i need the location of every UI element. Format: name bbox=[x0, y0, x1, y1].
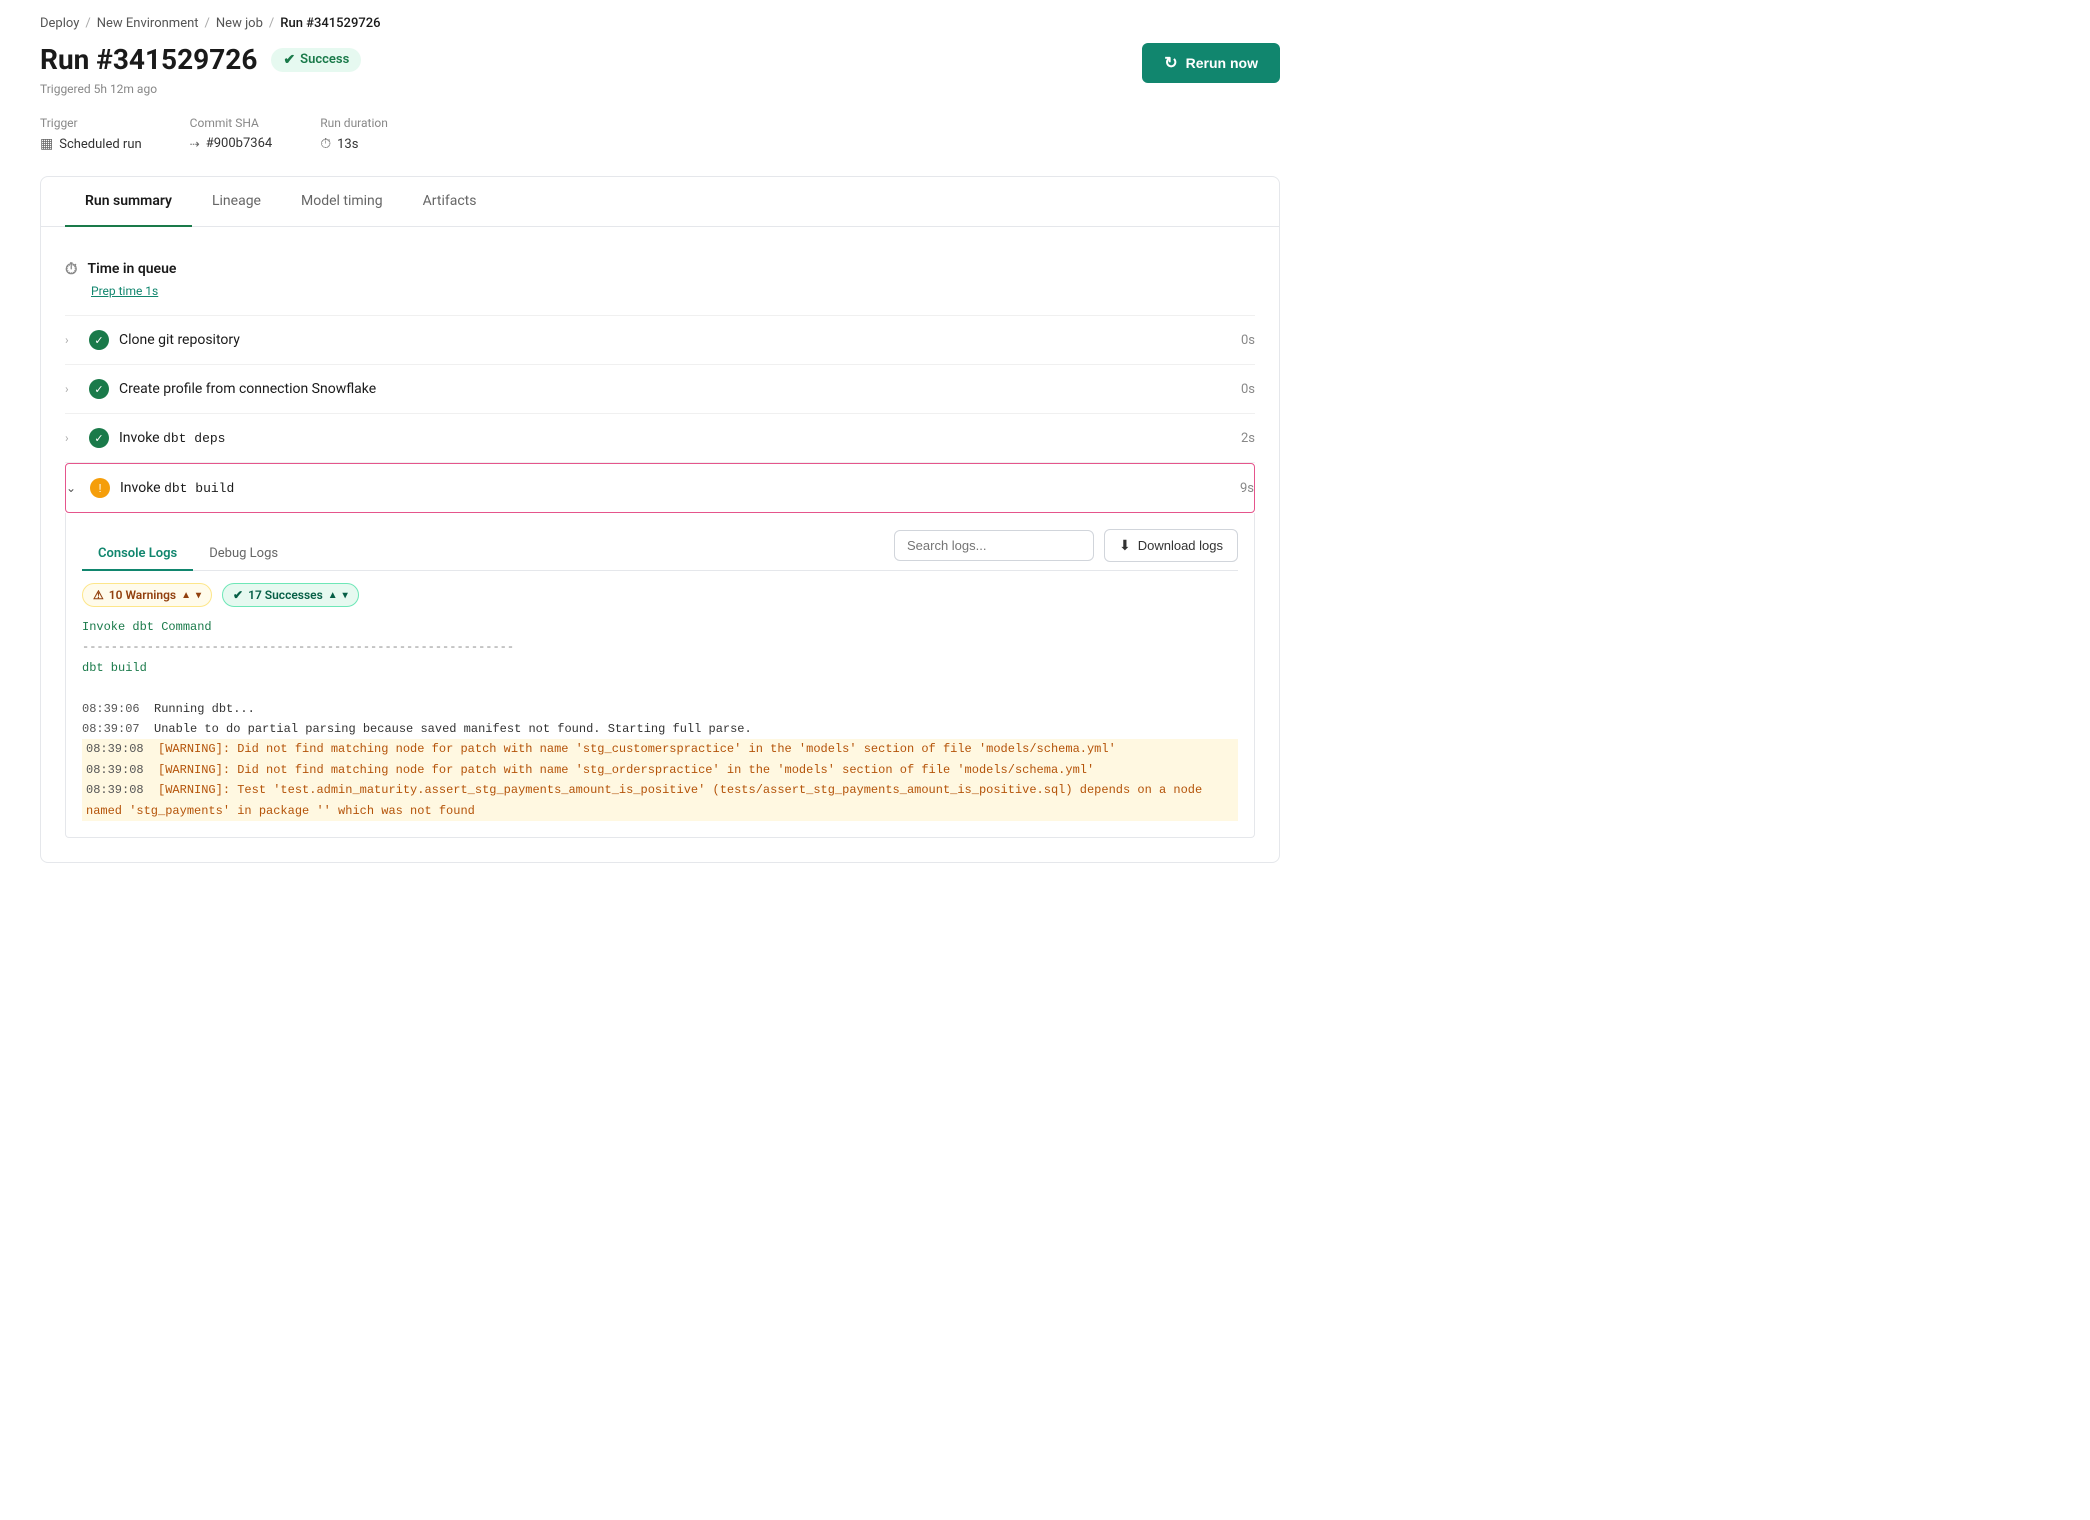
calendar-icon: ▦ bbox=[40, 136, 53, 152]
tab-model-timing[interactable]: Model timing bbox=[281, 177, 403, 227]
meta-duration: Run duration ⏱ 13s bbox=[320, 116, 388, 152]
rerun-icon: ↻ bbox=[1164, 53, 1177, 73]
duration-label: Run duration bbox=[320, 116, 388, 130]
filters-row: ⚠ 10 Warnings ▲ ▾ ✔ 17 Successes ▲ ▾ bbox=[82, 583, 1238, 607]
trigger-value: Scheduled run bbox=[59, 137, 141, 152]
breadcrumb-newjob[interactable]: New job bbox=[216, 16, 263, 31]
status-label: Success bbox=[300, 52, 349, 67]
queue-step: ⏱ Time in queue Prep time 1s bbox=[65, 243, 1255, 316]
trigger-label: Trigger bbox=[40, 116, 142, 130]
log-tab-console[interactable]: Console Logs bbox=[82, 538, 193, 571]
commit-value: #900b7364 bbox=[206, 136, 272, 151]
rerun-label: Rerun now bbox=[1186, 55, 1258, 71]
step-duration-clone: 0s bbox=[1241, 333, 1255, 348]
chevron-right-icon: › bbox=[65, 333, 79, 347]
breadcrumb-deploy[interactable]: Deploy bbox=[40, 16, 79, 31]
step-row-deps[interactable]: › ✓ Invoke dbt deps 2s bbox=[65, 414, 1255, 463]
step-duration-profile: 0s bbox=[1241, 382, 1255, 397]
steps-container: ⏱ Time in queue Prep time 1s › ✓ Clone g… bbox=[41, 227, 1279, 862]
status-badge: ✔ Success bbox=[271, 48, 361, 72]
download-logs-button[interactable]: ⬇ Download logs bbox=[1104, 529, 1238, 562]
log-output: Invoke dbt Command ---------------------… bbox=[82, 617, 1238, 821]
run-title-block: Run #341529726 ✔ Success Triggered 5h 12… bbox=[40, 43, 361, 96]
rerun-button[interactable]: ↻ Rerun now bbox=[1142, 43, 1280, 83]
log-line-3: 08:39:06 Running dbt... bbox=[82, 699, 1238, 719]
duration-value: 13s bbox=[337, 137, 358, 152]
step-name-deps: Invoke dbt deps bbox=[119, 430, 226, 446]
download-label: Download logs bbox=[1138, 538, 1223, 553]
log-tab-debug[interactable]: Debug Logs bbox=[193, 538, 294, 571]
meta-commit: Commit SHA ⇢ #900b7364 bbox=[190, 116, 273, 152]
step-name-profile: Create profile from connection Snowflake bbox=[119, 381, 376, 397]
chevron-right-icon-3: › bbox=[65, 431, 79, 445]
queue-title: Time in queue bbox=[87, 261, 176, 277]
filter-successes[interactable]: ✔ 17 Successes ▲ ▾ bbox=[222, 583, 359, 607]
filter-down-arrow-1: ▾ bbox=[196, 590, 201, 601]
successes-label: 17 Successes bbox=[248, 588, 323, 602]
breadcrumb: Deploy / New Environment / New job / Run… bbox=[40, 0, 1280, 43]
success-check-icon: ✔ bbox=[233, 588, 243, 602]
commit-icon: ⇢ bbox=[190, 137, 200, 151]
step-row-profile[interactable]: › ✓ Create profile from connection Snowf… bbox=[65, 365, 1255, 414]
meta-row: Trigger ▦ Scheduled run Commit SHA ⇢ #90… bbox=[40, 116, 1280, 152]
log-controls: ⬇ Download logs bbox=[894, 529, 1238, 562]
log-search-input[interactable] bbox=[894, 530, 1094, 561]
filter-down-arrow-2: ▾ bbox=[343, 590, 348, 601]
success-icon-profile: ✓ bbox=[89, 379, 109, 399]
step-duration-build: 9s bbox=[1240, 481, 1254, 496]
step-name-clone: Clone git repository bbox=[119, 332, 240, 348]
chevron-right-icon-2: › bbox=[65, 382, 79, 396]
warning-dot-icon: ⚠ bbox=[93, 588, 104, 602]
meta-trigger: Trigger ▦ Scheduled run bbox=[40, 116, 142, 152]
clock-icon: ⏱ bbox=[320, 136, 331, 152]
tab-lineage[interactable]: Lineage bbox=[192, 177, 281, 227]
logs-section: Console Logs Debug Logs ⬇ Download logs bbox=[65, 513, 1255, 838]
filter-up-arrow-2: ▲ bbox=[328, 590, 338, 601]
main-card: Run summary Lineage Model timing Artifac… bbox=[40, 176, 1280, 863]
step-name-build: Invoke dbt build bbox=[120, 480, 234, 496]
breadcrumb-environment[interactable]: New Environment bbox=[97, 16, 199, 31]
tabs: Run summary Lineage Model timing Artifac… bbox=[41, 177, 1279, 227]
chevron-down-icon: ⌄ bbox=[66, 481, 80, 495]
log-line-5: 08:39:08 [WARNING]: Did not find matchin… bbox=[82, 739, 1238, 759]
log-tabs: Console Logs Debug Logs bbox=[82, 538, 294, 570]
log-line-1: ----------------------------------------… bbox=[82, 637, 1238, 657]
run-title: Run #341529726 bbox=[40, 43, 257, 76]
filter-up-arrow-1: ▲ bbox=[181, 590, 191, 601]
commit-label: Commit SHA bbox=[190, 116, 273, 130]
success-icon-clone: ✓ bbox=[89, 330, 109, 350]
warning-icon-build: ! bbox=[90, 478, 110, 498]
tab-run-summary[interactable]: Run summary bbox=[65, 177, 192, 227]
warnings-label: 10 Warnings bbox=[109, 588, 176, 602]
tab-artifacts[interactable]: Artifacts bbox=[403, 177, 497, 227]
prep-link[interactable]: Prep time 1s bbox=[91, 284, 158, 298]
step-duration-deps: 2s bbox=[1241, 431, 1255, 446]
log-line-2: dbt build bbox=[82, 658, 1238, 678]
breadcrumb-current: Run #341529726 bbox=[280, 16, 380, 31]
log-line-6: 08:39:08 [WARNING]: Did not find matchin… bbox=[82, 760, 1238, 780]
success-icon-deps: ✓ bbox=[89, 428, 109, 448]
log-line-7: 08:39:08 [WARNING]: Test 'test.admin_mat… bbox=[82, 780, 1238, 821]
step-row-clone[interactable]: › ✓ Clone git repository 0s bbox=[65, 316, 1255, 365]
filter-warnings[interactable]: ⚠ 10 Warnings ▲ ▾ bbox=[82, 583, 212, 607]
log-line-4: 08:39:07 Unable to do partial parsing be… bbox=[82, 719, 1238, 739]
step-row-build[interactable]: ⌄ ! Invoke dbt build 9s bbox=[65, 463, 1255, 513]
run-subtitle: Triggered 5h 12m ago bbox=[40, 82, 361, 96]
download-icon: ⬇ bbox=[1119, 537, 1131, 554]
check-icon: ✔ bbox=[283, 52, 295, 68]
queue-clock-icon: ⏱ bbox=[65, 259, 77, 279]
log-line-0: Invoke dbt Command bbox=[82, 617, 1238, 637]
